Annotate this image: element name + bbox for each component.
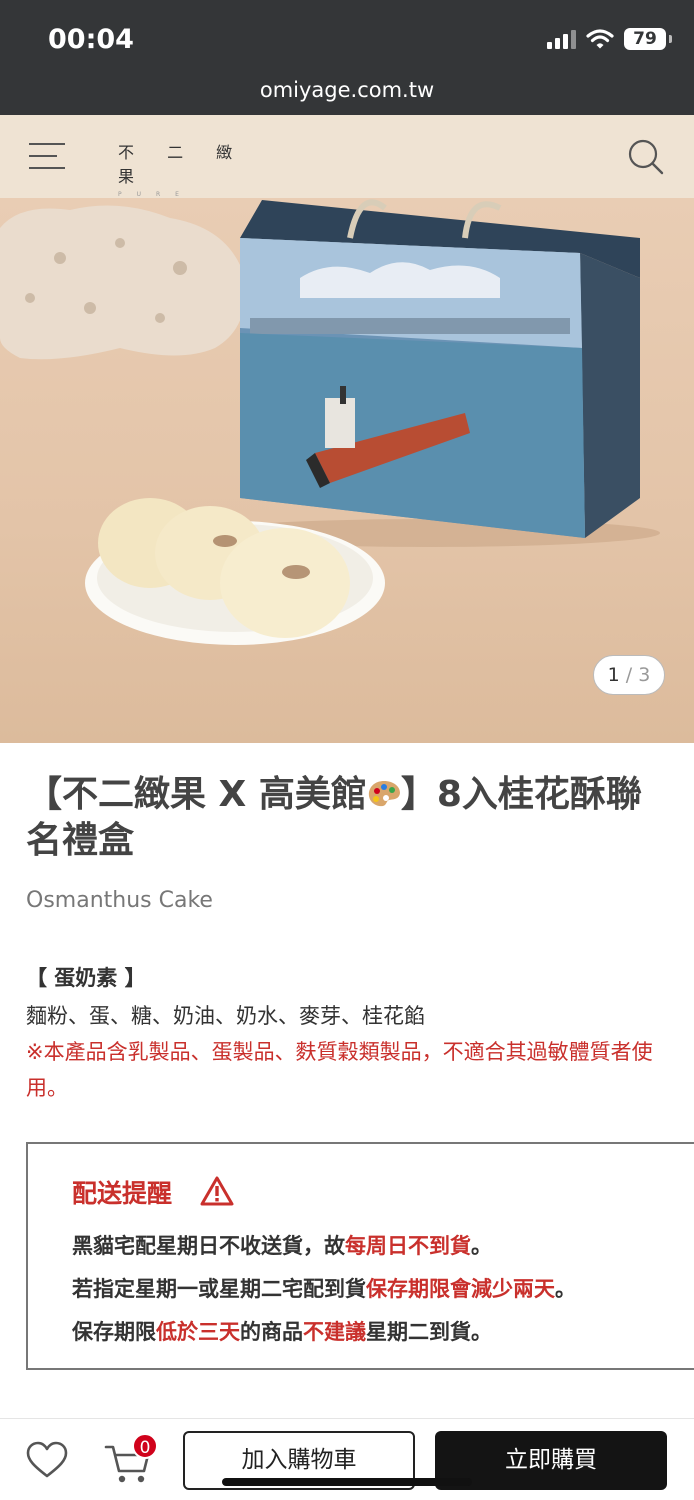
cart-count-badge: 0 bbox=[132, 1433, 158, 1459]
status-bar: 00:04 79 omiyage.com.tw bbox=[0, 0, 694, 115]
wifi-icon bbox=[586, 29, 614, 49]
product-photo bbox=[0, 199, 660, 645]
pager-current: 1 bbox=[607, 664, 620, 686]
notice-line-2-text: 若指定星期一或星期二宅配到貨 bbox=[72, 1276, 366, 1301]
warning-icon bbox=[200, 1176, 234, 1206]
notice-line-3-middle: 的商品 bbox=[240, 1319, 303, 1344]
notice-line-1: 黑貓宅配星期日不收送貨，故每周日不到貨。 bbox=[72, 1230, 492, 1260]
logo-text: 不 二 緻 果 bbox=[118, 143, 247, 186]
product-title: 【不二緻果 X 高美館 】8入桂花酥聯名禮盒 bbox=[26, 772, 676, 864]
allergy-warning: ※本產品含乳製品、蛋製品、麩質穀類製品，不適合其過敏體質者使用。 bbox=[26, 1040, 653, 1100]
battery-icon: 79 bbox=[624, 28, 672, 50]
site-logo[interactable]: 不 二 緻 果 PURE HOME bbox=[118, 139, 258, 205]
notice-line-1-highlight: 每周日不到貨 bbox=[345, 1233, 471, 1258]
notice-line-2-end: 。 bbox=[555, 1276, 576, 1301]
palette-emoji-icon bbox=[368, 781, 400, 807]
notice-line-3-end: 星期二到貨。 bbox=[366, 1319, 492, 1344]
status-time: 00:04 bbox=[48, 24, 134, 55]
url-bar[interactable]: omiyage.com.tw bbox=[0, 78, 694, 102]
product-title-part1: 【不二緻果 X 高美館 bbox=[26, 774, 367, 815]
notice-line-1-text: 黑貓宅配星期日不收送貨，故 bbox=[72, 1233, 345, 1258]
signal-icon bbox=[547, 29, 576, 49]
site-header: 不 二 緻 果 PURE HOME bbox=[0, 115, 694, 205]
search-icon[interactable] bbox=[628, 139, 664, 175]
notice-line-2: 若指定星期一或星期二宅配到貨保存期限會減少兩天。 bbox=[72, 1273, 576, 1303]
product-subtitle: Osmanthus Cake bbox=[26, 888, 213, 913]
notice-line-3-highlight-1: 低於三天 bbox=[156, 1319, 240, 1344]
heart-icon[interactable] bbox=[26, 1441, 68, 1479]
pager-separator: / bbox=[619, 664, 639, 686]
pager-total: 3 bbox=[638, 664, 651, 686]
home-indicator bbox=[222, 1478, 472, 1486]
notice-line-3: 保存期限低於三天的商品不建議星期二到貨。 bbox=[72, 1316, 492, 1346]
product-image-carousel[interactable]: 1 / 3 bbox=[0, 198, 694, 743]
diet-tag: 【 蛋奶素 】 bbox=[26, 966, 146, 990]
notice-line-2-highlight: 保存期限會減少兩天 bbox=[366, 1276, 555, 1301]
bottom-action-bar: 0 加入購物車 立即購買 bbox=[0, 1418, 694, 1500]
notice-line-3-highlight-2: 不建議 bbox=[303, 1319, 366, 1344]
image-pager: 1 / 3 bbox=[593, 655, 665, 695]
notice-line-1-end: 。 bbox=[471, 1233, 492, 1258]
notice-title: 配送提醒 bbox=[72, 1179, 173, 1208]
notice-line-3-text: 保存期限 bbox=[72, 1319, 156, 1344]
menu-icon[interactable] bbox=[29, 141, 65, 171]
ingredients-text: 麵粉、蛋、糖、奶油、奶水、麥芽、桂花餡 bbox=[26, 1004, 425, 1028]
delivery-notice: 配送提醒 黑貓宅配星期日不收送貨，故每周日不到貨。 若指定星期一或星期二宅配到貨… bbox=[26, 1142, 694, 1370]
status-icons: 79 bbox=[547, 28, 672, 50]
